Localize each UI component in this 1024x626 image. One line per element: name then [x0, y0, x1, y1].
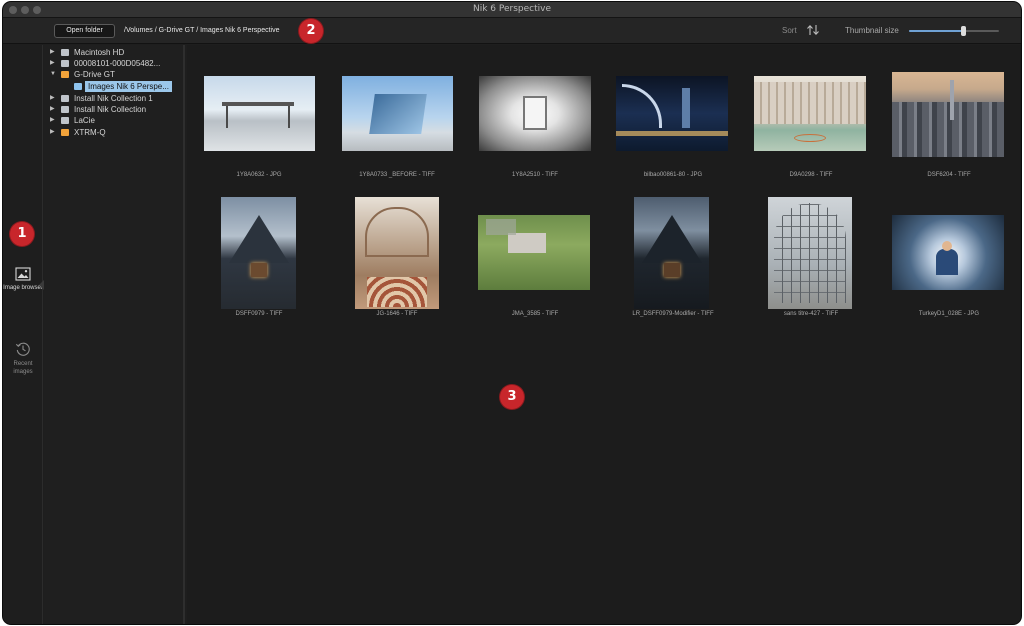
image-icon: [15, 267, 31, 281]
tree-item-images-folder[interactable]: Images Nik 6 Perspe...: [44, 81, 183, 92]
thumbnail-caption: sans titre-427 - TIFF: [783, 311, 839, 317]
window-title: Nik 6 Perspective: [472, 4, 552, 14]
thumbnail-image: [754, 76, 866, 151]
thumbnail-image: [342, 76, 453, 151]
folder-tree: ▶ Macintosh HD ▶ 00008101-000D05482... ▼…: [44, 45, 185, 624]
sidebar-item-image-browser[interactable]: Image browser: [3, 267, 43, 292]
tree-item-macintosh-hd[interactable]: ▶ Macintosh HD: [44, 47, 183, 58]
clock-history-icon: [15, 342, 30, 356]
disclosure-triangle-expanded-icon[interactable]: ▼: [50, 69, 56, 80]
thumbnail-item[interactable]: JG-1646 - TIFF: [335, 195, 459, 325]
thumbnail-caption: DSFF0979 - TIFF: [235, 311, 283, 317]
thumbnail-caption: LR_DSFF0979-Modifier - TIFF: [632, 311, 714, 317]
annotation-badge-2: 2: [299, 19, 323, 43]
thumbnail-image: [478, 215, 590, 290]
app-window: Nik 6 Perspective Open folder /Volumes /…: [3, 2, 1021, 624]
thumbnail-image: [479, 76, 591, 151]
breadcrumb: /Volumes / G-Drive GT / Images Nik 6 Per…: [124, 27, 280, 34]
disclosure-triangle-icon[interactable]: ▶: [50, 58, 55, 69]
hard-drive-icon: [61, 117, 69, 124]
thumbnail-caption: 1Y8A0733 _BEFORE - TIFF: [359, 172, 435, 178]
thumbnail-caption: TurkeyD1_028E - JPG: [918, 311, 980, 317]
thumbnail-caption: DSF6204 - TIFF: [927, 172, 971, 178]
thumbnail-image: [892, 72, 1004, 157]
external-drive-icon: [61, 71, 69, 78]
left-nav-bar: Image browser Recent images: [3, 45, 44, 624]
tree-item-label: Images Nik 6 Perspe...: [85, 81, 172, 92]
disclosure-triangle-icon[interactable]: ▶: [50, 47, 55, 58]
thumbnail-caption: JMA_3585 - TIFF: [511, 311, 559, 317]
thumbnail-image: [355, 197, 439, 309]
tree-item-label: G-Drive GT: [74, 70, 115, 79]
thumbnail-item[interactable]: 1Y8A0733 _BEFORE - TIFF: [335, 45, 459, 185]
thumbnail-image: [204, 76, 315, 151]
external-drive-icon: [61, 129, 69, 136]
tree-item-lacie[interactable]: ▶ LaCie: [44, 115, 183, 126]
disclosure-triangle-icon[interactable]: ▶: [50, 104, 55, 115]
tree-item-label: Install Nik Collection 1: [74, 94, 153, 103]
thumbnail-size-label: Thumbnail size: [845, 26, 899, 35]
tree-item-install-nik-collection-1[interactable]: ▶ Install Nik Collection 1: [44, 93, 183, 104]
thumbnail-caption: JG-1646 - TIFF: [376, 311, 418, 317]
folder-icon: [74, 83, 82, 90]
annotation-badge-1: 1: [10, 222, 34, 246]
slider-fill: [909, 30, 963, 32]
device-icon: [61, 60, 69, 67]
thumbnail-image: [892, 215, 1004, 290]
disk-image-icon: [61, 95, 69, 102]
thumbnail-image: [616, 76, 728, 151]
thumbnail-item[interactable]: DSF6204 - TIFF: [887, 45, 1011, 185]
thumbnail-image: [221, 197, 296, 309]
tree-item-g-drive-gt[interactable]: ▼ G-Drive GT: [44, 69, 183, 80]
tree-item-label: Install Nik Collection: [74, 105, 147, 114]
tree-item-xtrm-q[interactable]: ▶ XTRM-Q: [44, 127, 183, 138]
thumbnail-item[interactable]: D9A0298 - TIFF: [749, 45, 873, 185]
thumbnail-caption: bilbao00861-80 - JPG: [643, 172, 703, 178]
thumbnail-item[interactable]: 1Y8A2510 - TIFF: [473, 45, 597, 185]
tree-item-device[interactable]: ▶ 00008101-000D05482...: [44, 58, 183, 69]
thumbnail-grid: 1Y8A0632 - JPG 1Y8A0733 _BEFORE - TIFF 1…: [187, 45, 1021, 624]
tree-item-label: Macintosh HD: [74, 48, 125, 57]
tree-item-install-nik-collection[interactable]: ▶ Install Nik Collection: [44, 104, 183, 115]
thumbnail-item[interactable]: TurkeyD1_028E - JPG: [887, 195, 1011, 325]
sidebar-item-label: Recent images: [13, 361, 33, 375]
thumbnail-item[interactable]: LR_DSFF0979-Modifier - TIFF: [611, 195, 735, 325]
thumbnail-image: [768, 197, 852, 309]
slider-knob[interactable]: [961, 26, 966, 36]
hard-drive-icon: [61, 49, 69, 56]
thumbnail-item[interactable]: 1Y8A0632 - JPG: [197, 45, 321, 185]
thumbnail-size-slider[interactable]: [909, 26, 999, 36]
disclosure-triangle-icon[interactable]: ▶: [50, 115, 55, 126]
title-bar: Nik 6 Perspective: [3, 2, 1021, 18]
sidebar-item-label: Image browser: [3, 285, 43, 291]
tree-item-label: XTRM-Q: [74, 128, 106, 137]
thumbnail-image: [634, 197, 709, 309]
disclosure-triangle-icon[interactable]: ▶: [50, 127, 55, 138]
open-folder-button[interactable]: Open folder: [54, 24, 115, 38]
sort-arrows-icon[interactable]: [806, 24, 820, 36]
thumbnail-caption: D9A0298 - TIFF: [789, 172, 833, 178]
thumbnail-item[interactable]: JMA_3585 - TIFF: [473, 195, 597, 325]
disk-image-icon: [61, 106, 69, 113]
thumbnail-item[interactable]: DSFF0979 - TIFF: [197, 195, 321, 325]
thumbnail-caption: 1Y8A0632 - JPG: [236, 172, 282, 178]
disclosure-triangle-icon[interactable]: ▶: [50, 93, 55, 104]
tree-item-label: 00008101-000D05482...: [74, 59, 161, 68]
thumbnail-item[interactable]: bilbao00861-80 - JPG: [611, 45, 735, 185]
thumbnail-caption: 1Y8A2510 - TIFF: [512, 172, 558, 178]
toolbar: Open folder /Volumes / G-Drive GT / Imag…: [3, 18, 1021, 44]
thumbnail-item[interactable]: sans titre-427 - TIFF: [749, 195, 873, 325]
annotation-badge-3: 3: [500, 385, 524, 409]
sort-label: Sort: [782, 26, 797, 35]
tree-item-label: LaCie: [74, 116, 95, 125]
sidebar-item-recent-images[interactable]: Recent images: [3, 341, 43, 376]
